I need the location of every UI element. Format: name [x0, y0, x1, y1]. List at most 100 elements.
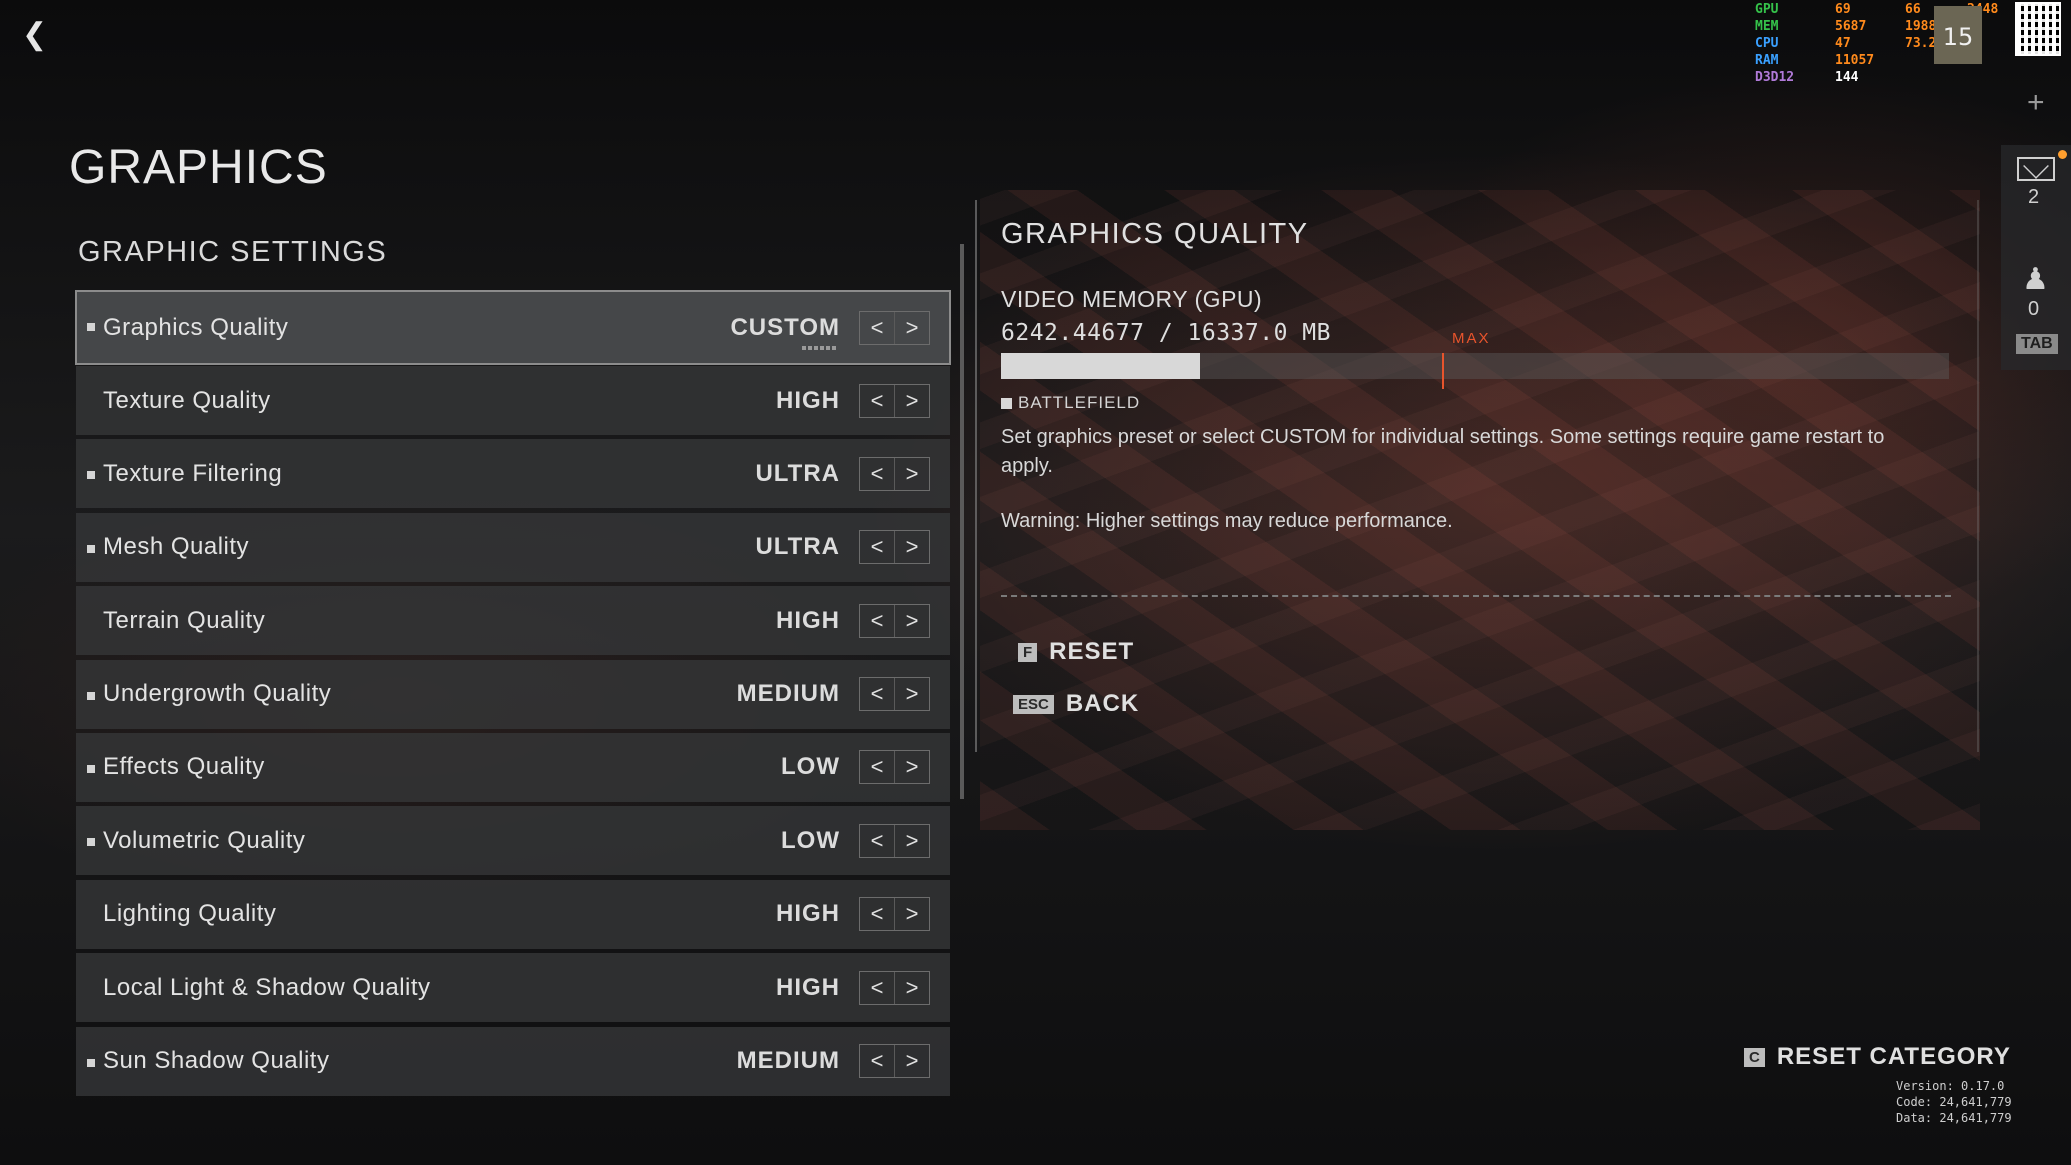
setting-row[interactable]: Terrain Quality HIGH < >	[76, 586, 950, 656]
setting-row[interactable]: Sun Shadow Quality MEDIUM < >	[76, 1026, 950, 1096]
overlay-value: 73.2	[1905, 36, 1937, 51]
modified-marker	[87, 544, 95, 553]
overlay-value: 1988	[1905, 19, 1937, 34]
setting-value: HIGH	[776, 900, 840, 928]
page-title: GRAPHICS	[69, 141, 328, 194]
setting-row[interactable]: Mesh Quality ULTRA < >	[76, 512, 950, 582]
version-info: Version: 0.17.0 Code: 24,641,779 Data: 2…	[1896, 1078, 2012, 1126]
setting-row[interactable]: Volumetric Quality LOW < >	[76, 806, 950, 876]
setting-value: CUSTOM	[730, 313, 840, 341]
divider	[1001, 595, 1951, 597]
code-text: Code: 24,641,779	[1896, 1095, 2012, 1109]
overlay-value: 11057	[1835, 53, 1875, 68]
chevron-right-icon[interactable]: >	[894, 898, 929, 931]
chevron-left-icon[interactable]: <	[860, 458, 894, 490]
overlay-label: CPU	[1755, 36, 1779, 51]
value-stepper: < >	[859, 897, 930, 932]
option-indicator	[802, 346, 838, 350]
version-text: Version: 0.17.0	[1896, 1079, 2005, 1093]
chevron-right-icon[interactable]: >	[894, 751, 929, 784]
chevron-right-icon[interactable]: >	[894, 457, 929, 490]
modified-marker	[87, 838, 95, 847]
memory-legend: BATTLEFIELD	[1001, 393, 1140, 413]
setting-row[interactable]: Texture Quality HIGH < >	[76, 366, 950, 435]
value-stepper: < >	[859, 1044, 930, 1079]
setting-label: Effects Quality	[103, 753, 265, 781]
value-stepper: < >	[859, 823, 930, 858]
chevron-right-icon[interactable]: >	[894, 311, 929, 344]
chevron-left-icon[interactable]: <	[860, 678, 894, 710]
mail-count: 2	[2028, 186, 2040, 208]
friends-count: 0	[2028, 298, 2040, 320]
chevron-left-icon[interactable]: <	[860, 605, 894, 637]
settings-list: Graphics Quality CUSTOM < > Texture Quality H…	[75, 290, 951, 1100]
value-stepper: < >	[859, 530, 930, 565]
plus-icon[interactable]: +	[2027, 86, 2045, 120]
setting-row[interactable]: Graphics Quality CUSTOM < >	[75, 290, 951, 365]
value-stepper: < >	[859, 383, 930, 418]
setting-row[interactable]: Undergrowth Quality MEDIUM < >	[76, 659, 950, 729]
video-memory-bar	[1001, 353, 1949, 389]
setting-label: Texture Quality	[103, 386, 271, 414]
setting-value: MEDIUM	[736, 1047, 840, 1075]
chevron-right-icon[interactable]: >	[894, 604, 929, 637]
back-label: BACK	[1065, 690, 1140, 717]
modified-marker	[87, 691, 95, 700]
chevron-right-icon[interactable]: >	[894, 824, 929, 857]
setting-row[interactable]: Effects Quality LOW < >	[76, 732, 950, 802]
chevron-right-icon[interactable]: >	[894, 531, 929, 564]
chevron-left-icon[interactable]: <	[860, 751, 894, 783]
chevron-left-icon[interactable]: <	[860, 385, 894, 417]
setting-row[interactable]: Texture Filtering ULTRA < >	[76, 439, 950, 509]
chevron-right-icon[interactable]: >	[894, 678, 929, 711]
setting-label: Texture Filtering	[103, 459, 283, 487]
value-stepper: < >	[859, 310, 930, 345]
setting-label: Volumetric Quality	[103, 826, 306, 854]
setting-warning: Warning: Higher settings may reduce perf…	[1001, 510, 1453, 532]
setting-label: Undergrowth Quality	[103, 680, 332, 708]
fps-box: 15	[1934, 6, 1982, 64]
reset-category-button[interactable]: C RESET CATEGORY	[1744, 1043, 2011, 1071]
legend-swatch	[1001, 397, 1012, 409]
setting-value: ULTRA	[755, 533, 840, 561]
overlay-value: 47	[1835, 36, 1851, 51]
friends-icon[interactable]: ♟	[2022, 262, 2049, 297]
chevron-left-icon[interactable]: <	[860, 898, 894, 930]
setting-row[interactable]: Lighting Quality HIGH < >	[76, 879, 950, 949]
video-memory-label: VIDEO MEMORY (GPU)	[1001, 286, 1263, 312]
overlay-value: 144	[1835, 70, 1859, 85]
chevron-right-icon[interactable]: >	[894, 971, 929, 1004]
back-key: ESC	[1013, 694, 1054, 714]
value-stepper: < >	[859, 603, 930, 638]
chevron-right-icon[interactable]: >	[894, 384, 929, 417]
back-button[interactable]: ESC BACK	[1013, 690, 1139, 718]
mail-icon[interactable]	[2017, 157, 2055, 181]
setting-description: Set graphics preset or select CUSTOM for…	[1001, 426, 1885, 477]
chevron-left-icon[interactable]: <	[860, 825, 894, 857]
setting-value: MEDIUM	[736, 680, 840, 708]
modified-marker	[87, 1058, 95, 1067]
setting-value: HIGH	[776, 386, 840, 414]
video-memory-value: 6242.44677 / 16337.0 MB	[1001, 320, 1331, 346]
value-stepper: < >	[859, 456, 930, 491]
chevron-left-icon[interactable]: <	[860, 1045, 894, 1077]
settings-scrollbar[interactable]	[960, 244, 964, 799]
chevron-left-icon[interactable]: <	[860, 312, 894, 344]
value-stepper: < >	[859, 970, 930, 1005]
reset-button[interactable]: F RESET	[1018, 638, 1134, 666]
setting-value: LOW	[781, 753, 840, 781]
value-stepper: < >	[859, 677, 930, 712]
tab-key[interactable]: TAB	[2016, 334, 2058, 354]
notification-dot	[2058, 150, 2067, 159]
chevron-left-icon[interactable]: <	[860, 531, 894, 563]
setting-row[interactable]: Local Light & Shadow Quality HIGH < >	[76, 953, 950, 1023]
setting-value: HIGH	[776, 973, 840, 1001]
modified-marker	[87, 323, 95, 331]
overlay-value: 66	[1905, 2, 1921, 17]
setting-label: Local Light & Shadow Quality	[103, 973, 431, 1001]
back-arrow-icon[interactable]: ❮	[22, 18, 52, 52]
chevron-right-icon[interactable]: >	[894, 1045, 929, 1078]
legend-label: BATTLEFIELD	[1018, 393, 1141, 412]
chevron-left-icon[interactable]: <	[860, 972, 894, 1004]
modified-marker	[87, 764, 95, 773]
